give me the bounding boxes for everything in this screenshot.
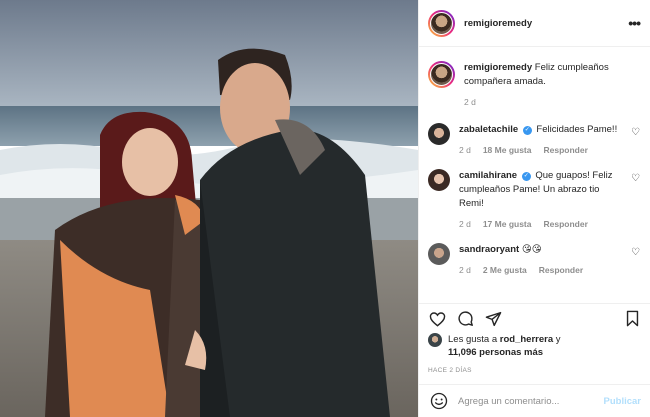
comment-item: camilahirane ✓ Que guapos! Feliz cumplea…: [428, 169, 640, 231]
comment-heart-icon[interactable]: ♡: [631, 247, 640, 258]
heart-icon[interactable]: [428, 310, 446, 328]
comment-heart-icon[interactable]: ♡: [631, 173, 640, 184]
likes-prefix: Les gusta a: [448, 334, 500, 345]
post-photo[interactable]: [0, 0, 418, 417]
liker-username[interactable]: rod_herrera: [500, 334, 553, 345]
comment-item: zabaletachile ✓ Felicidades Pame!! 2 d 1…: [428, 123, 640, 157]
verified-badge-icon: ✓: [521, 172, 531, 181]
post-header: remigioremedy •••: [419, 0, 650, 47]
comment-heart-icon[interactable]: ♡: [631, 127, 640, 138]
comment-icon[interactable]: [456, 310, 474, 328]
publish-button[interactable]: Publicar: [604, 396, 642, 407]
verified-badge-icon: ✓: [522, 126, 532, 135]
post-dialog: remigioremedy ••• remigioremedy Feliz cu…: [0, 0, 650, 417]
caption: remigioremedy Feliz cumpleaños compañera…: [428, 61, 640, 109]
likes-others[interactable]: 11,096 personas más: [448, 347, 543, 358]
more-icon[interactable]: •••: [628, 16, 641, 30]
comment-text: 😘😘: [521, 244, 542, 255]
author-username[interactable]: remigioremedy: [464, 18, 628, 29]
comment-likes[interactable]: 17 Me gusta: [483, 217, 532, 231]
post-side-panel: remigioremedy ••• remigioremedy Feliz cu…: [418, 0, 650, 417]
comment-username[interactable]: camilahirane: [459, 170, 517, 181]
add-comment-bar: Publicar: [419, 384, 650, 417]
comment-avatar[interactable]: [428, 169, 450, 191]
share-icon[interactable]: [484, 310, 502, 328]
beach-couple-photo: [0, 0, 418, 417]
liker-avatar[interactable]: [428, 333, 442, 347]
comment-username[interactable]: zabaletachile: [459, 124, 518, 135]
comment-likes[interactable]: 18 Me gusta: [483, 143, 532, 157]
action-bar: [419, 303, 650, 333]
comment-input[interactable]: [458, 395, 604, 407]
comment-avatar[interactable]: [428, 243, 450, 265]
likes-joiner: y: [553, 334, 561, 345]
emoji-icon[interactable]: [430, 392, 448, 410]
reply-button[interactable]: Responder: [539, 263, 583, 277]
author-avatar[interactable]: [428, 9, 455, 37]
comment-username[interactable]: sandraoryant: [459, 244, 519, 255]
post-timestamp[interactable]: HACE 2 DÍAS: [419, 359, 650, 374]
comment-avatar[interactable]: [428, 123, 450, 145]
comment-age[interactable]: 2 d: [459, 217, 471, 231]
comment-likes[interactable]: 2 Me gusta: [483, 263, 527, 277]
likes-summary: Les gusta a rod_herrera y 11,096 persona…: [419, 333, 650, 359]
reply-button[interactable]: Responder: [543, 143, 587, 157]
caption-age[interactable]: 2 d: [464, 95, 476, 109]
comment-item: sandraoryant 😘😘 2 d 2 Me gusta Responder…: [428, 243, 640, 277]
reply-button[interactable]: Responder: [543, 217, 587, 231]
comment-age[interactable]: 2 d: [459, 263, 471, 277]
bookmark-icon[interactable]: [623, 310, 641, 328]
caption-avatar[interactable]: [428, 61, 455, 88]
comment-age[interactable]: 2 d: [459, 143, 471, 157]
comments-list: remigioremedy Feliz cumpleaños compañera…: [419, 47, 650, 303]
caption-username[interactable]: remigioremedy: [464, 62, 532, 73]
comment-text: Felicidades Pame!!: [536, 124, 618, 135]
